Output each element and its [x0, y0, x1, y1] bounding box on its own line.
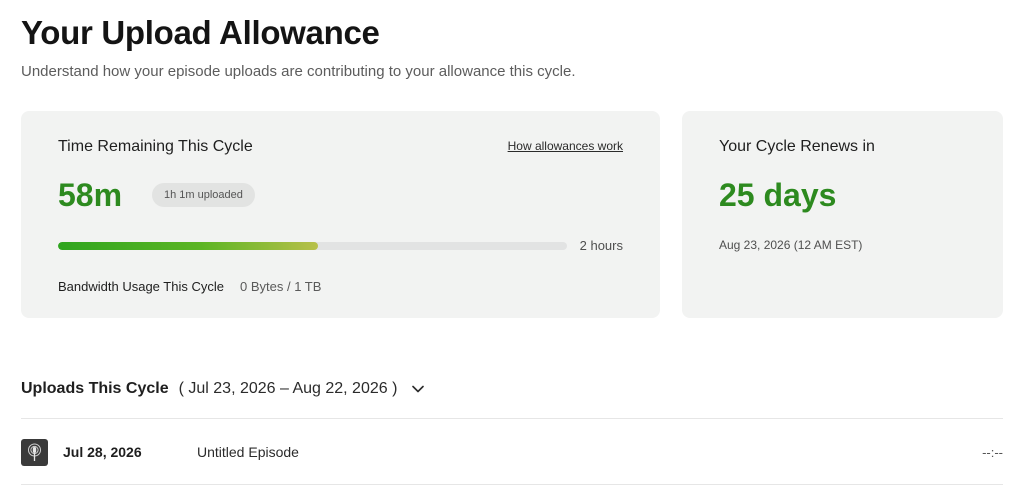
podcast-microphone-icon	[21, 438, 48, 466]
allowance-progress-bar	[58, 242, 567, 250]
bandwidth-value: 0 Bytes / 1 TB	[240, 279, 322, 294]
uploaded-badge: 1h 1m uploaded	[152, 183, 255, 207]
progress-max-label: 2 hours	[579, 238, 623, 253]
upload-episode-title[interactable]: Untitled Episode	[197, 444, 982, 460]
cycle-renew-value: 25 days	[719, 177, 837, 213]
cycle-renew-heading: Your Cycle Renews in	[719, 138, 875, 155]
allowance-progress-fill	[58, 242, 318, 250]
how-allowances-work-link[interactable]: How allowances work	[508, 139, 623, 153]
upload-date: Jul 28, 2026	[63, 444, 142, 460]
page-title: Your Upload Allowance	[21, 14, 380, 51]
chevron-down-icon[interactable]	[411, 382, 425, 396]
cycle-renew-card: Your Cycle Renews in 25 days Aug 23, 202…	[682, 111, 1003, 318]
upload-duration: --:--	[982, 444, 1003, 460]
upload-row[interactable]: Jul 28, 2026 Untitled Episode --:--	[21, 420, 1003, 484]
cycle-renew-date: Aug 23, 2026 (12 AM EST)	[719, 238, 863, 252]
bandwidth-label: Bandwidth Usage This Cycle	[58, 279, 224, 294]
uploads-divider-top	[21, 418, 1003, 419]
time-remaining-value: 58m	[58, 177, 123, 213]
upload-allowance-page: Your Upload Allowance Understand how you…	[0, 0, 1024, 494]
uploads-title: Uploads This Cycle	[21, 380, 169, 397]
uploads-date-range: ( Jul 23, 2026 – Aug 22, 2026 )	[178, 380, 398, 397]
page-subtitle: Understand how your episode uploads are …	[21, 63, 576, 80]
uploads-header: Uploads This Cycle ( Jul 23, 2026 – Aug …	[21, 380, 425, 398]
time-remaining-heading: Time Remaining This Cycle	[58, 138, 253, 155]
time-remaining-card: Time Remaining This Cycle How allowances…	[21, 111, 660, 318]
uploads-divider-bottom	[21, 484, 1003, 485]
